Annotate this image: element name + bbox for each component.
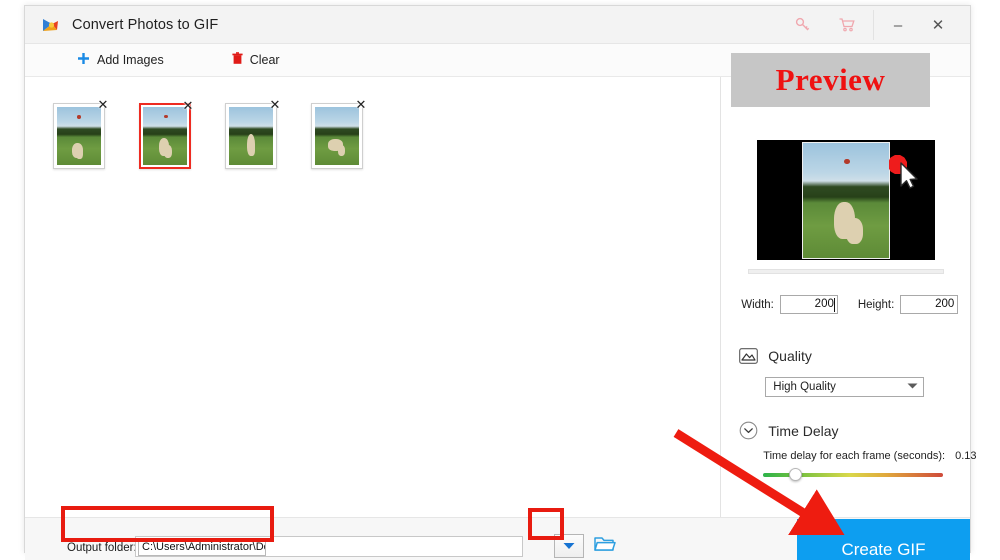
preview-photo	[802, 141, 891, 259]
thumbnail-photo	[315, 107, 359, 165]
thumbnail-photo	[143, 107, 187, 165]
cursor-click-icon	[888, 152, 929, 196]
remove-thumbnail-icon[interactable]: ✕	[96, 98, 110, 112]
width-input[interactable]: 200	[779, 295, 838, 314]
output-folder-label: Output folder:	[67, 542, 137, 554]
dropdown-highlight-annotation	[528, 508, 564, 540]
thumbnail-item[interactable]: ✕	[225, 98, 280, 169]
quality-select[interactable]: High Quality	[765, 377, 925, 397]
preview-scrollbar[interactable]	[748, 269, 945, 274]
photo-dog-sitting	[57, 107, 101, 165]
chevron-down-icon	[563, 537, 575, 555]
height-label: Height:	[857, 298, 895, 311]
trash-icon	[232, 52, 243, 68]
thumbnail-item[interactable]: ✕	[53, 98, 108, 169]
minimize-button[interactable]: –	[878, 6, 918, 44]
quality-section-header[interactable]: Quality	[739, 346, 812, 365]
remove-thumbnail-icon[interactable]: ✕	[354, 98, 368, 112]
thumbnail-photo	[229, 107, 273, 165]
width-value: 200	[814, 298, 834, 310]
remove-thumbnail-icon[interactable]: ✕	[181, 99, 195, 113]
arrow-pointer-icon	[673, 429, 849, 535]
quality-section-label: Quality	[768, 347, 812, 364]
close-button[interactable]: ✕	[918, 6, 958, 44]
photo-dog-jumping-large	[803, 142, 890, 258]
width-label: Width:	[741, 298, 774, 311]
add-images-button[interactable]: Add Images	[77, 52, 164, 68]
key-icon[interactable]	[781, 6, 825, 44]
preview-banner-annotation: Preview	[731, 53, 930, 107]
height-input[interactable]: 200	[900, 295, 959, 314]
title-bar-controls: – ✕	[781, 6, 970, 44]
thumbnail-strip: ✕ ✕ ✕ ✕	[25, 77, 720, 169]
shopping-cart-icon[interactable]	[825, 6, 869, 44]
preview-banner-label: Preview	[775, 62, 886, 97]
image-workspace[interactable]: ✕ ✕ ✕ ✕	[25, 77, 722, 517]
browse-folder-button[interactable]	[593, 535, 617, 557]
text-caret	[833, 298, 835, 312]
output-folder-highlight-annotation	[61, 506, 274, 542]
folder-icon	[594, 535, 616, 558]
frame-delay-value: 0.13	[955, 450, 977, 462]
add-images-label: Add Images	[97, 53, 164, 67]
plus-icon	[77, 52, 90, 68]
clear-label: Clear	[249, 53, 280, 67]
image-icon	[739, 346, 759, 365]
title-bar: Convert Photos to GIF – ✕	[25, 6, 970, 44]
dimension-row: Width: 200 Height: 200	[741, 295, 967, 314]
preview-area[interactable]	[757, 140, 936, 260]
chevron-down-icon	[907, 381, 918, 393]
app-logo-play-icon	[40, 15, 60, 35]
photo-dog-jumping	[143, 107, 187, 165]
thumbnail-item[interactable]: ✕	[139, 99, 193, 169]
thumbnail-item[interactable]: ✕	[311, 98, 366, 169]
quality-selected-value: High Quality	[773, 381, 836, 393]
titlebar-divider	[873, 10, 874, 40]
thumbnail-photo	[57, 107, 101, 165]
photo-dog-running	[315, 107, 359, 165]
window-title: Convert Photos to GIF	[72, 16, 219, 33]
remove-thumbnail-icon[interactable]: ✕	[268, 98, 282, 112]
clear-button[interactable]: Clear	[232, 52, 280, 68]
photo-dog-standing	[229, 107, 273, 165]
screenshot-root: Convert Photos to GIF – ✕ Add Images Cle…	[0, 0, 1000, 560]
